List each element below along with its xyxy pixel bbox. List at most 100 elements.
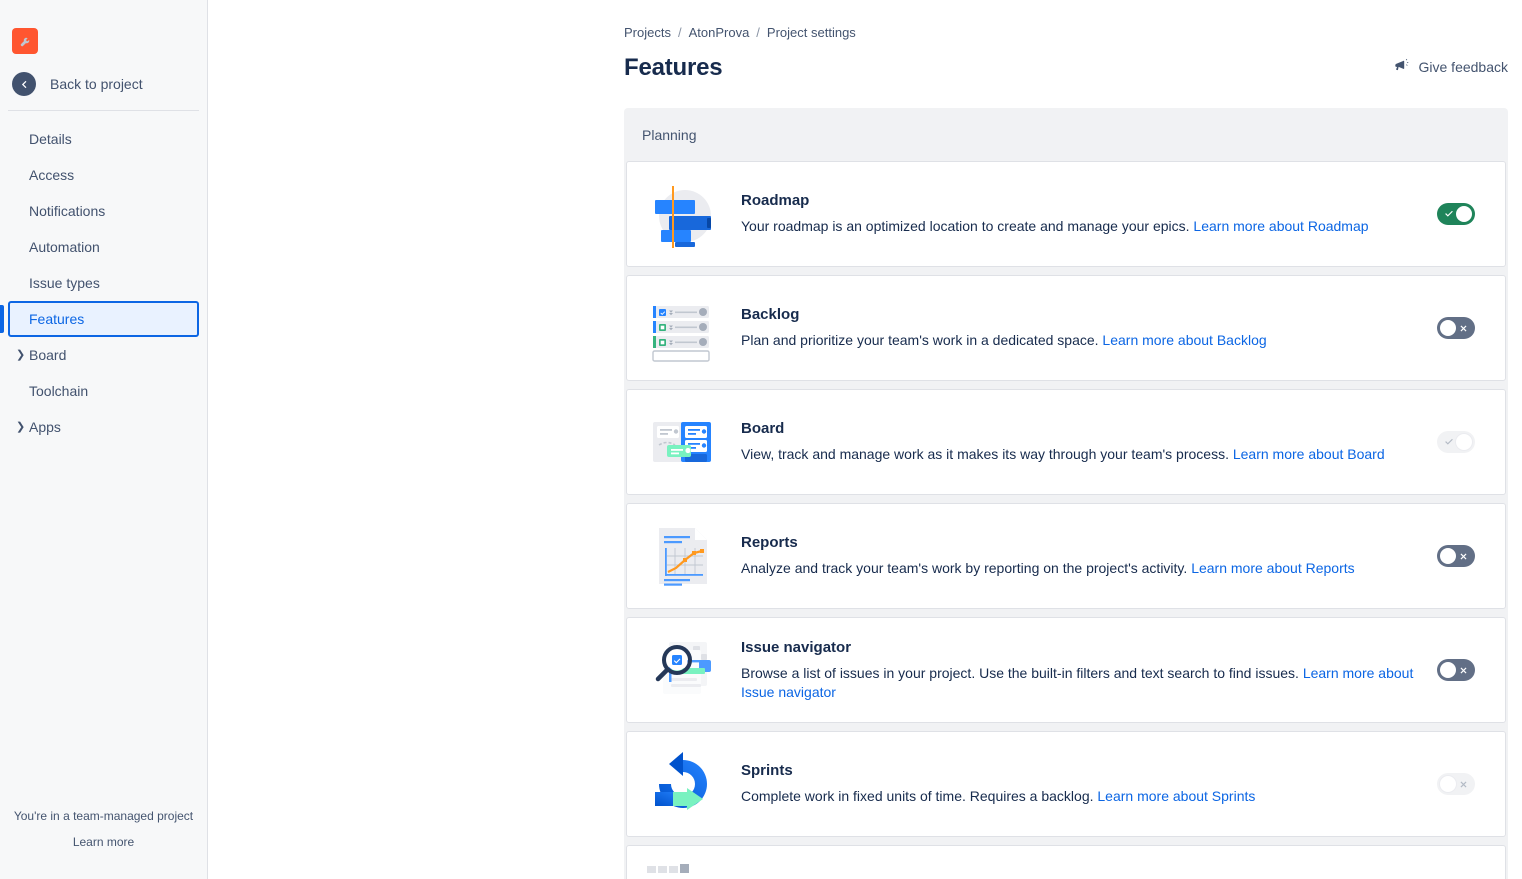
team-managed-note: You're in a team-managed project bbox=[13, 809, 194, 823]
breadcrumb-separator: / bbox=[677, 24, 682, 40]
check-icon bbox=[1441, 203, 1457, 225]
feature-description-text: Analyze and track your team's work by re… bbox=[741, 560, 1188, 576]
feature-toggle-container bbox=[1437, 773, 1475, 795]
feature-description-text: Your roadmap is an optimized location to… bbox=[741, 218, 1190, 234]
toggle-knob bbox=[1440, 548, 1456, 564]
feature-description: View, track and manage work as it makes … bbox=[741, 445, 1417, 464]
chevron-right-icon: ❯ bbox=[16, 348, 26, 361]
breadcrumb-project-settings[interactable]: Project settings bbox=[767, 25, 856, 40]
feature-text: Roadmap Your roadmap is an optimized loc… bbox=[741, 192, 1417, 236]
megaphone-icon bbox=[1393, 57, 1410, 77]
sidebar-item-details[interactable]: Details bbox=[8, 121, 199, 157]
chevron-right-icon: ❯ bbox=[16, 420, 26, 433]
sidebar-footer: You're in a team-managed project Learn m… bbox=[0, 809, 207, 879]
feature-title: Roadmap bbox=[741, 192, 810, 209]
sidebar-item-label: Issue types bbox=[29, 275, 100, 291]
feature-description: Complete work in fixed units of time. Re… bbox=[741, 787, 1417, 806]
feature-text: Reports Analyze and track your team's wo… bbox=[741, 534, 1417, 578]
feature-text: Backlog Plan and prioritize your team's … bbox=[741, 306, 1417, 350]
breadcrumb-projects[interactable]: Projects bbox=[624, 25, 671, 40]
backlog-icon bbox=[647, 292, 719, 364]
feature-description-text: View, track and manage work as it makes … bbox=[741, 446, 1229, 462]
breadcrumb-separator: / bbox=[756, 24, 760, 40]
feature-text: Issue navigator Browse a list of issues … bbox=[741, 639, 1417, 702]
feature-description-text: Browse a list of issues in your project.… bbox=[741, 664, 1299, 681]
feature-learn-more-link[interactable]: Learn more about Board bbox=[1233, 446, 1385, 462]
feature-card-reports: Reports Analyze and track your team's wo… bbox=[626, 503, 1506, 609]
feature-card-issue-navigator: Issue navigator Browse a list of issues … bbox=[626, 617, 1506, 723]
page-header: Features Give feedback bbox=[624, 54, 1508, 82]
feature-toggle-container bbox=[1437, 431, 1475, 453]
sprints-icon bbox=[647, 748, 719, 820]
toggle-board bbox=[1437, 431, 1475, 453]
toggle-knob bbox=[1440, 662, 1456, 678]
toggle-backlog[interactable] bbox=[1437, 317, 1475, 339]
feature-learn-more-link[interactable]: Learn more about Reports bbox=[1191, 560, 1354, 576]
feature-title: Backlog bbox=[741, 306, 800, 323]
sidebar-item-label: Board bbox=[29, 347, 67, 363]
feature-title: Reports bbox=[741, 534, 798, 551]
sidebar-item-label: Toolchain bbox=[29, 383, 89, 399]
sidebar-item-issue-types[interactable]: Issue types bbox=[8, 265, 199, 301]
sidebar-item-label: Features bbox=[29, 311, 85, 327]
sidebar-item-label: Access bbox=[29, 167, 75, 183]
wrench-icon[interactable] bbox=[12, 28, 38, 54]
feature-description-text: Complete work in fixed units of time. Re… bbox=[741, 788, 1094, 804]
back-to-project-button[interactable]: Back to project bbox=[0, 54, 207, 110]
toggle-knob bbox=[1440, 776, 1456, 792]
sidebar-item-access[interactable]: Access bbox=[8, 157, 199, 193]
toggle-issue-navigator[interactable] bbox=[1437, 659, 1475, 681]
feature-learn-more-link[interactable]: Learn more about Sprints bbox=[1097, 788, 1255, 804]
toggle-knob bbox=[1456, 206, 1472, 222]
feature-description: Analyze and track your team's work by re… bbox=[741, 559, 1417, 578]
toggle-sprints bbox=[1437, 773, 1475, 795]
feature-card-backlog: Backlog Plan and prioritize your team's … bbox=[626, 275, 1506, 381]
issue-navigator-icon bbox=[647, 634, 719, 706]
back-to-project-label: Back to project bbox=[50, 76, 143, 92]
feature-learn-more-link[interactable]: Learn more about Roadmap bbox=[1193, 218, 1368, 234]
page-title: Features bbox=[624, 54, 723, 81]
feature-title: Issue navigator bbox=[741, 638, 852, 656]
feature-title: Sprints bbox=[741, 762, 793, 779]
give-feedback-label: Give feedback bbox=[1418, 59, 1509, 75]
sidebar-item-board[interactable]: ❯ Board bbox=[8, 337, 199, 373]
sidebar-item-notifications[interactable]: Notifications bbox=[8, 193, 199, 229]
feature-card-roadmap: Roadmap Your roadmap is an optimized loc… bbox=[626, 161, 1506, 267]
feature-title: Board bbox=[741, 420, 785, 437]
project-settings-sidebar: Back to project Details Access Notificat… bbox=[0, 0, 208, 879]
toggle-reports[interactable] bbox=[1437, 545, 1475, 567]
feature-learn-more-link[interactable]: Learn more about Backlog bbox=[1102, 332, 1266, 348]
board-icon bbox=[647, 406, 719, 478]
sidebar-item-toolchain[interactable]: Toolchain bbox=[8, 373, 199, 409]
close-icon bbox=[1455, 773, 1471, 795]
check-icon bbox=[1441, 431, 1457, 453]
feature-toggle-container bbox=[1437, 317, 1475, 339]
feature-card-partial bbox=[626, 845, 1506, 879]
app-root: Back to project Details Access Notificat… bbox=[0, 0, 1522, 879]
feature-description: Plan and prioritize your team's work in … bbox=[741, 331, 1417, 350]
sidebar-nav: Details Access Notifications Automation … bbox=[0, 121, 207, 445]
sidebar-item-label: Details bbox=[29, 131, 72, 147]
toggle-roadmap[interactable] bbox=[1437, 203, 1475, 225]
breadcrumb-atonprova[interactable]: AtonProva bbox=[689, 25, 750, 40]
feature-toggle-container bbox=[1437, 545, 1475, 567]
learn-more-link[interactable]: Learn more bbox=[73, 835, 134, 849]
feature-toggle-container bbox=[1437, 203, 1475, 225]
logo-container bbox=[0, 0, 207, 54]
feature-card-list: Roadmap Your roadmap is an optimized loc… bbox=[624, 161, 1508, 879]
give-feedback-button[interactable]: Give feedback bbox=[1393, 57, 1509, 77]
sidebar-item-apps[interactable]: ❯ Apps bbox=[8, 409, 199, 445]
arrow-left-circle-icon bbox=[12, 72, 36, 96]
feature-card-sprints: Sprints Complete work in fixed units of … bbox=[626, 731, 1506, 837]
main-content: Projects / AtonProva / Project settings … bbox=[208, 0, 1522, 879]
sidebar-divider bbox=[8, 110, 199, 111]
toggle-knob bbox=[1456, 434, 1472, 450]
feature-description-text: Plan and prioritize your team's work in … bbox=[741, 332, 1099, 348]
sidebar-item-label: Notifications bbox=[29, 203, 106, 219]
breadcrumb: Projects / AtonProva / Project settings bbox=[624, 24, 1508, 40]
sidebar-item-automation[interactable]: Automation bbox=[8, 229, 199, 265]
sidebar-item-features[interactable]: Features bbox=[0, 301, 199, 337]
toggle-knob bbox=[1440, 320, 1456, 336]
feature-card-board: Board View, track and manage work as it … bbox=[626, 389, 1506, 495]
close-icon bbox=[1455, 317, 1471, 339]
